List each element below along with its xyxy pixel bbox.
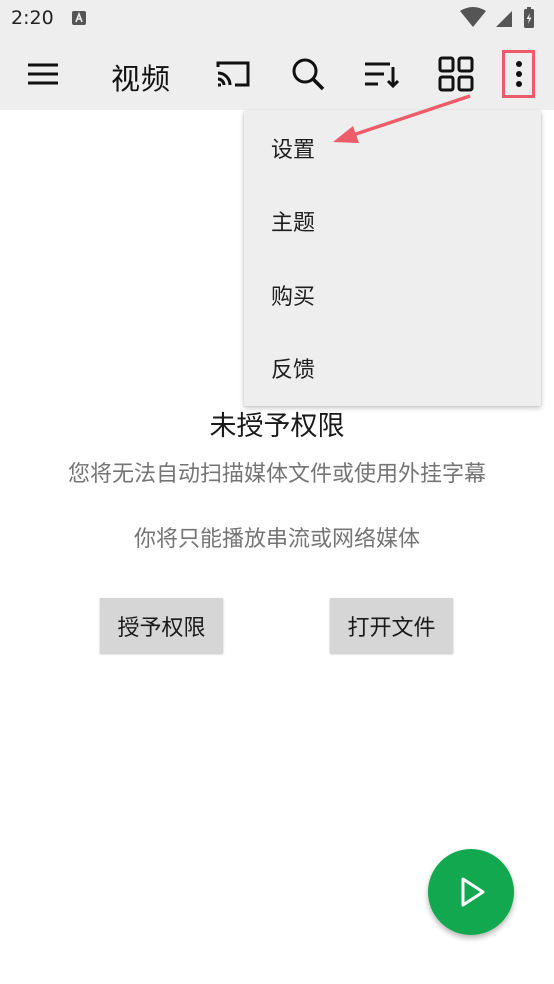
app-bar: 视频 bbox=[0, 38, 554, 110]
grid-view-icon bbox=[438, 56, 474, 92]
permission-description-line-1: 您将无法自动扫描媒体文件或使用外挂字幕 bbox=[67, 462, 486, 487]
battery-icon bbox=[524, 7, 534, 28]
play-icon bbox=[461, 877, 485, 907]
status-icons bbox=[460, 7, 534, 28]
menu-item-theme[interactable]: 主题 bbox=[244, 185, 541, 259]
menu-button[interactable] bbox=[23, 54, 63, 94]
play-fab-button[interactable] bbox=[428, 849, 514, 935]
permission-title: 未授予权限 bbox=[209, 411, 345, 442]
status-bar: 2:20 bbox=[0, 0, 554, 38]
overflow-menu: 设置 主题 购买 反馈 bbox=[244, 111, 541, 406]
grant-permission-button[interactable]: 授予权限 bbox=[100, 598, 223, 653]
grid-view-button[interactable] bbox=[436, 54, 476, 94]
open-file-button[interactable]: 打开文件 bbox=[330, 598, 453, 653]
wifi-icon bbox=[460, 7, 486, 27]
menu-item-feedback[interactable]: 反馈 bbox=[244, 332, 541, 406]
permission-description-line-2: 你将只能播放串流或网络媒体 bbox=[133, 527, 420, 552]
accessibility-notification-icon bbox=[72, 11, 86, 25]
sort-button[interactable] bbox=[362, 54, 402, 94]
status-time: 2:20 bbox=[11, 7, 54, 29]
signal-icon bbox=[496, 11, 512, 27]
menu-item-purchase[interactable]: 购买 bbox=[244, 258, 541, 332]
annotation-highlight-box bbox=[502, 50, 535, 98]
search-button[interactable] bbox=[288, 54, 328, 94]
cast-icon bbox=[216, 61, 250, 87]
menu-icon bbox=[28, 63, 58, 85]
menu-item-settings[interactable]: 设置 bbox=[244, 111, 541, 185]
sort-icon bbox=[365, 62, 400, 89]
search-icon bbox=[292, 58, 325, 91]
page-title: 视频 bbox=[111, 62, 172, 96]
cast-button[interactable] bbox=[213, 54, 253, 94]
